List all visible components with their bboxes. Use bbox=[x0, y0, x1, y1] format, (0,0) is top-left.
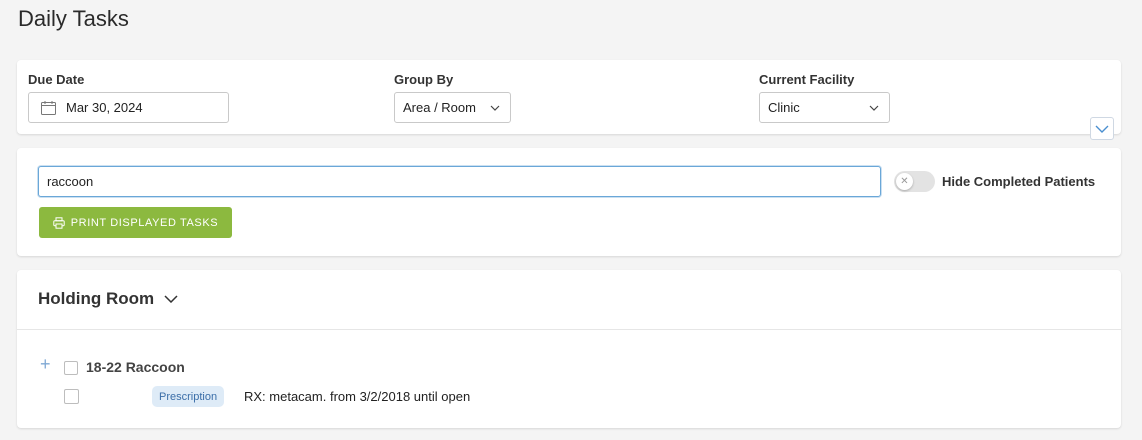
group-by-label: Group By bbox=[394, 72, 454, 87]
due-date-picker[interactable]: Mar 30, 2024 bbox=[28, 92, 229, 123]
room-name: Holding Room bbox=[38, 289, 155, 308]
chevron-down-icon bbox=[1095, 125, 1109, 133]
filters-panel: Due Date Mar 30, 2024 Group By Area / Ro… bbox=[17, 60, 1121, 134]
chevron-down-icon bbox=[164, 295, 178, 303]
hide-completed-label: Hide Completed Patients bbox=[942, 174, 1096, 189]
task-checkbox[interactable] bbox=[64, 389, 79, 404]
hide-completed-toggle[interactable]: ✕ bbox=[894, 171, 935, 192]
room-panel: Holding Room + 18-22 Raccoon Prescriptio… bbox=[17, 270, 1121, 428]
task-description: RX: metacam. from 3/2/2018 until open bbox=[244, 389, 471, 404]
print-displayed-tasks-button[interactable]: PRINT DISPLAYED TASKS bbox=[39, 207, 232, 238]
chevron-down-icon bbox=[869, 105, 879, 111]
expand-plus-icon[interactable]: + bbox=[40, 355, 51, 373]
group-by-value: Area / Room bbox=[403, 100, 476, 115]
patient-name: 18-22 Raccoon bbox=[86, 359, 185, 375]
toggle-off-icon: ✕ bbox=[896, 173, 913, 190]
current-facility-label: Current Facility bbox=[759, 72, 855, 87]
chevron-down-icon bbox=[490, 105, 500, 111]
collapse-filters-button[interactable] bbox=[1090, 117, 1114, 140]
divider bbox=[17, 329, 1121, 330]
print-button-label: PRINT DISPLAYED TASKS bbox=[70, 216, 219, 229]
group-by-select[interactable]: Area / Room bbox=[394, 92, 511, 123]
current-facility-select[interactable]: Clinic bbox=[759, 92, 890, 123]
due-date-label: Due Date bbox=[28, 72, 85, 87]
room-header[interactable]: Holding Room bbox=[38, 289, 178, 309]
page-title: Daily Tasks bbox=[18, 6, 129, 31]
due-date-value: Mar 30, 2024 bbox=[66, 100, 143, 115]
calendar-icon bbox=[41, 100, 56, 115]
patient-checkbox[interactable] bbox=[64, 361, 78, 375]
current-facility-value: Clinic bbox=[768, 100, 800, 115]
search-input[interactable] bbox=[38, 166, 881, 197]
printer-icon bbox=[53, 216, 65, 229]
task-type-badge: Prescription bbox=[152, 386, 225, 407]
search-panel: ✕ Hide Completed Patients PRINT DISPLAYE… bbox=[17, 148, 1121, 256]
